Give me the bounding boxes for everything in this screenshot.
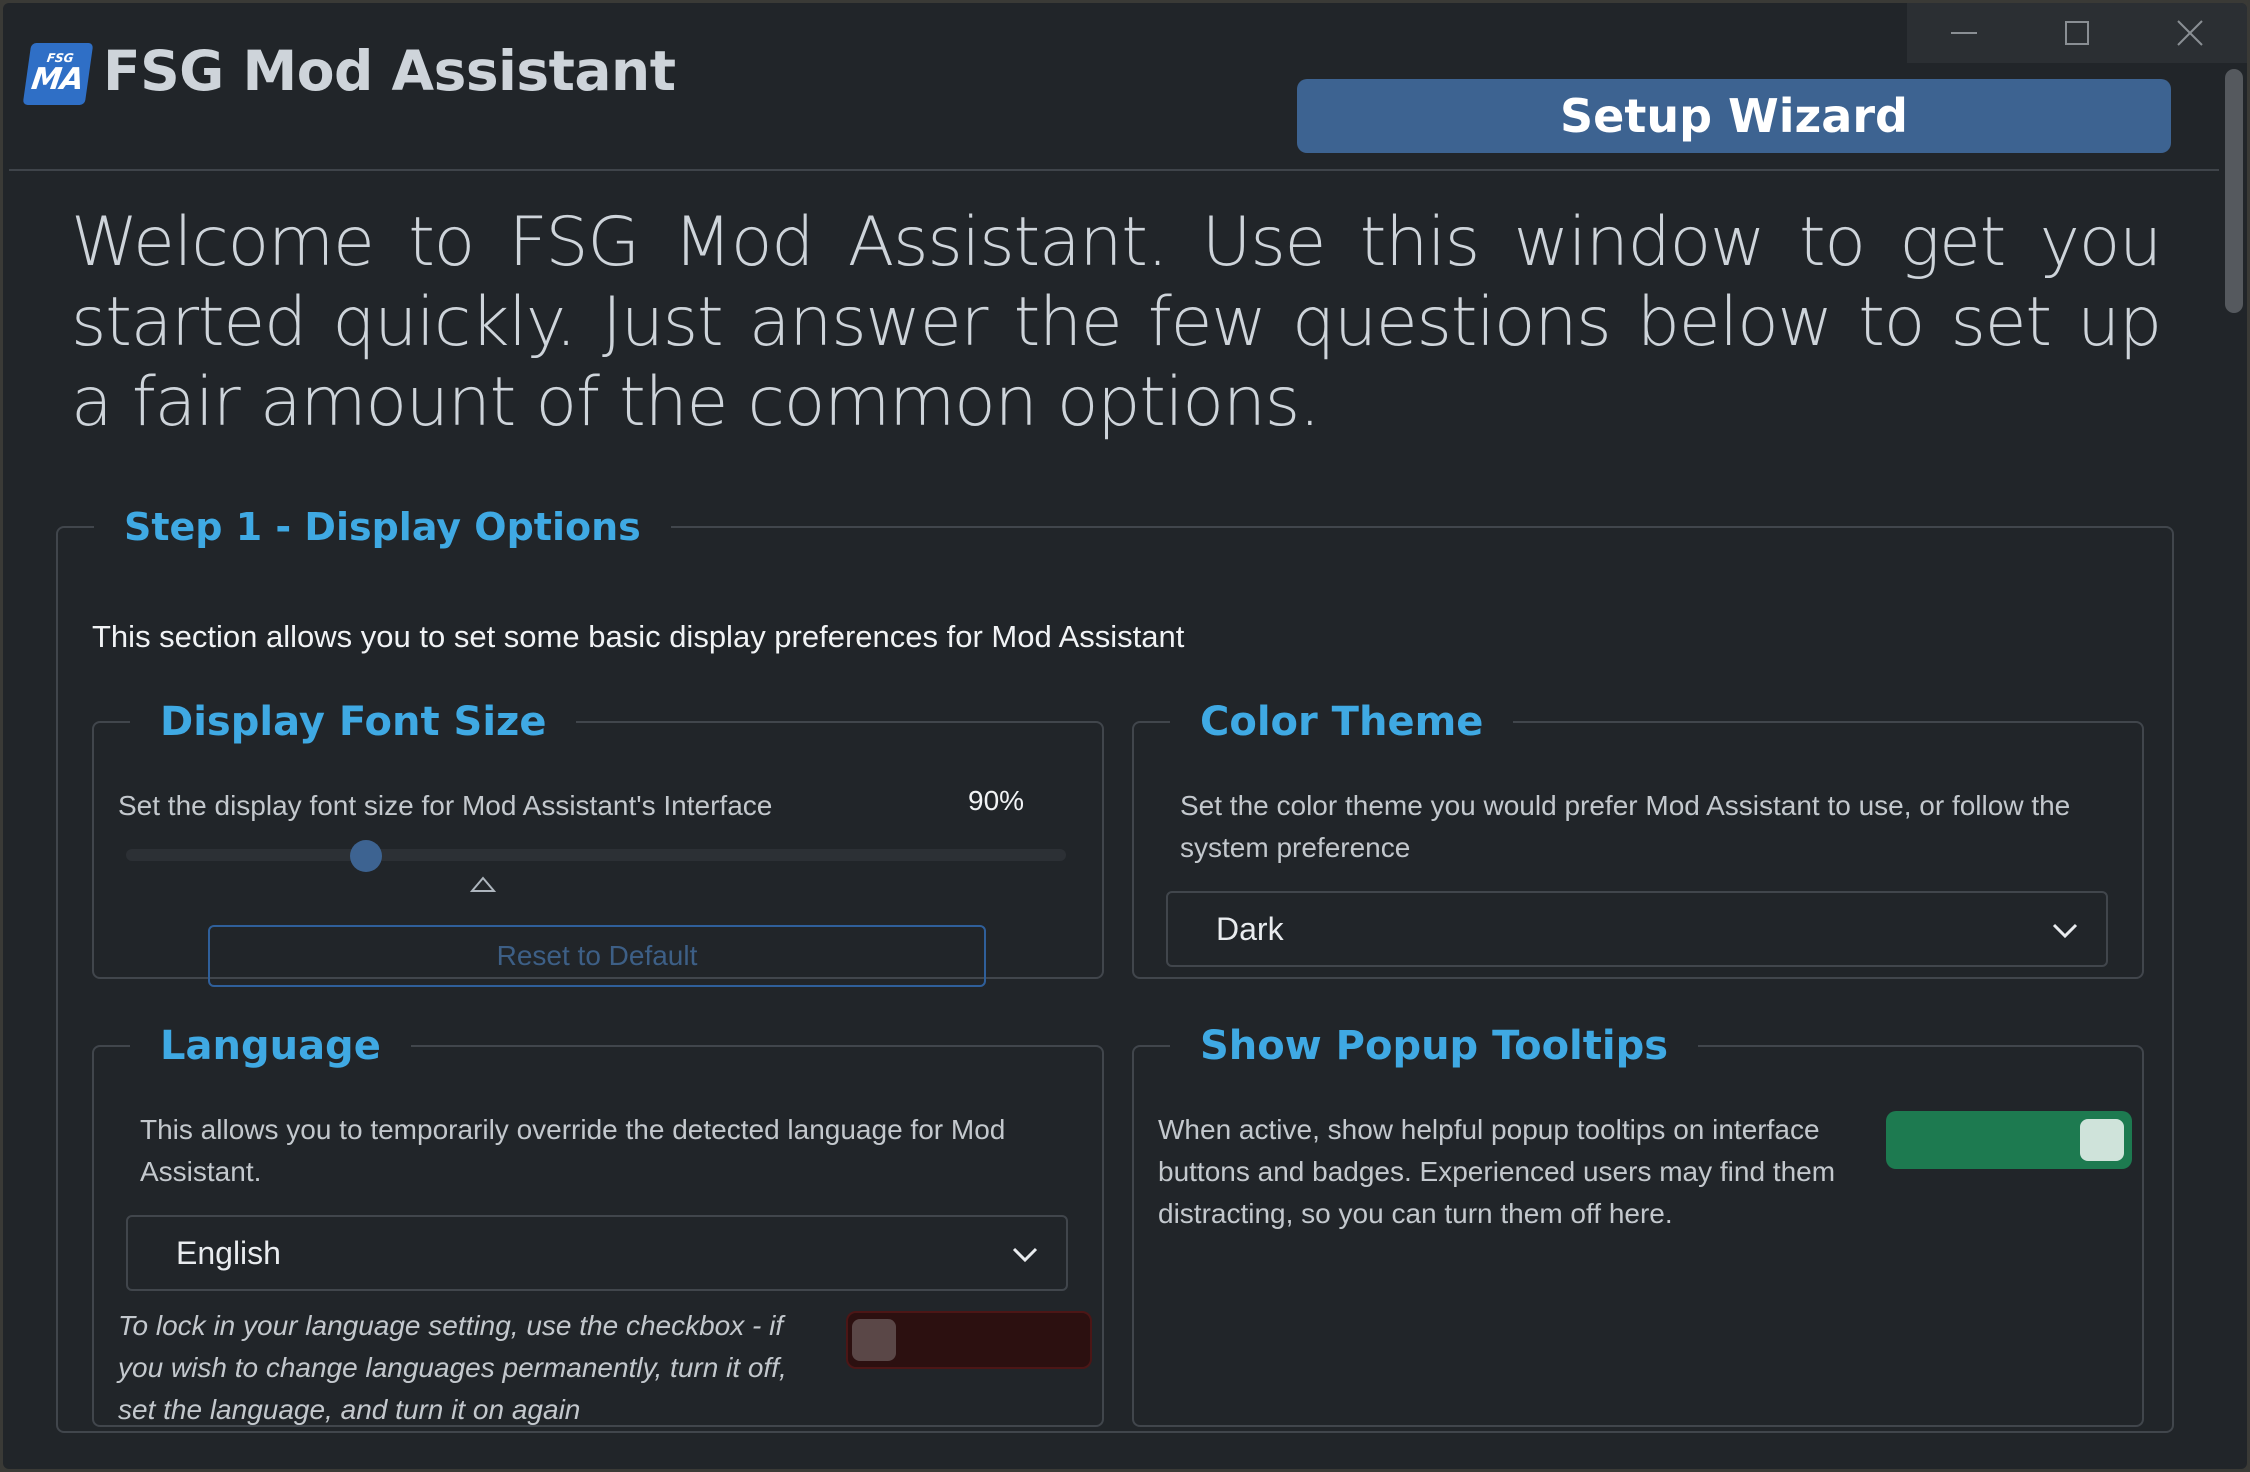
chevron-down-icon	[2052, 923, 2078, 939]
close-icon	[2176, 20, 2203, 46]
reset-font-size-button[interactable]: Reset to Default	[208, 925, 986, 987]
intro-text: Welcome to FSG Mod Assistant. Use this w…	[71, 203, 2162, 442]
language-description: This allows you to temporarily override …	[140, 1114, 1006, 1187]
app-title: FSG Mod Assistant	[103, 39, 676, 103]
title-divider	[9, 169, 2219, 171]
color-theme-select[interactable]: Dark	[1166, 891, 2108, 967]
font-size-legend: Display Font Size	[160, 699, 547, 745]
maximize-icon	[2064, 21, 2089, 45]
app-logo: FSG MA	[22, 43, 94, 105]
language-select[interactable]: English	[126, 1215, 1068, 1291]
language-lock-toggle[interactable]	[846, 1311, 1092, 1369]
tooltips-description: When active, show helpful popup tooltips…	[1158, 1114, 1836, 1229]
color-theme-legend: Color Theme	[1200, 699, 1484, 745]
app-logo-big-text: MA	[29, 62, 86, 97]
color-theme-description: Set the color theme you would prefer Mod…	[1180, 790, 2071, 863]
scrollbar-thumb[interactable]	[2225, 69, 2243, 313]
setup-wizard-button[interactable]: Setup Wizard	[1297, 79, 2171, 153]
minimize-icon	[1950, 32, 1977, 34]
window-controls	[1907, 3, 2247, 63]
language-section: Language This allows you to temporarily …	[92, 1023, 1104, 1427]
setup-wizard-window: FSG MA FSG Mod Assistant Setup Wizard We…	[3, 3, 2247, 1469]
step1-description: This section allows you to set some basi…	[92, 619, 1185, 654]
tooltips-toggle[interactable]	[1886, 1111, 2132, 1169]
color-theme-selected: Dark	[1216, 910, 1284, 947]
tooltips-section: Show Popup Tooltips When active, show he…	[1132, 1023, 2144, 1427]
tooltips-legend: Show Popup Tooltips	[1200, 1023, 1669, 1069]
font-size-slider-thumb[interactable]	[350, 840, 382, 872]
font-size-value: 90%	[968, 785, 1025, 816]
maximize-button[interactable]	[2020, 3, 2133, 63]
vertical-scrollbar[interactable]	[2223, 63, 2247, 1469]
tooltips-toggle-knob	[2080, 1119, 2124, 1161]
close-button[interactable]	[2133, 3, 2246, 63]
title-bar: FSG MA FSG Mod Assistant Setup Wizard	[3, 3, 2247, 169]
language-lock-note: To lock in your language setting, use th…	[118, 1310, 787, 1425]
step1-legend: Step 1 - Display Options	[124, 505, 641, 549]
color-theme-section: Color Theme Set the color theme you woul…	[1132, 699, 2144, 979]
chevron-down-icon	[1012, 1247, 1038, 1263]
language-lock-toggle-knob	[852, 1319, 896, 1361]
minimize-button[interactable]	[1907, 3, 2020, 63]
language-selected: English	[176, 1234, 281, 1271]
default-tick-icon	[470, 876, 496, 892]
font-size-label: Set the display font size for Mod Assist…	[118, 790, 773, 821]
font-size-section: Display Font Size Set the display font s…	[92, 699, 1104, 987]
language-legend: Language	[160, 1023, 381, 1069]
step1-display-options: Step 1 - Display Options This section al…	[56, 505, 2174, 1433]
font-size-slider-track[interactable]	[126, 849, 1066, 861]
